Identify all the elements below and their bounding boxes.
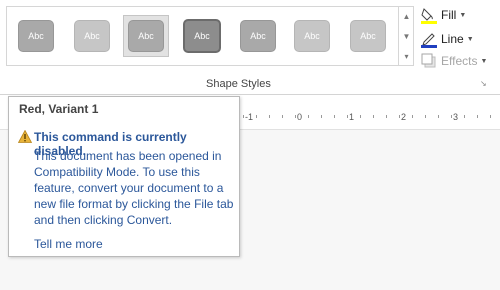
dialog-launcher-icon[interactable]: ↘ — [480, 80, 488, 88]
chevron-down-icon: ▼ — [466, 35, 474, 43]
ruler-tick — [334, 115, 335, 118]
paint-bucket-icon — [420, 6, 438, 24]
ruler-tick — [308, 115, 309, 118]
ruler-tick — [282, 115, 283, 118]
ribbon: Abc Abc Abc Abc Abc Abc Abc ▲ ▼ ▾ Fill ▼… — [0, 0, 500, 95]
pen-icon — [420, 30, 438, 48]
shape-style-thumb[interactable]: Abc — [13, 15, 59, 57]
tell-me-more-link[interactable]: Tell me more — [34, 237, 103, 251]
tooltip-body-line: Compatibility Mode. To use this — [34, 165, 200, 179]
shape-style-thumb[interactable]: Abc — [69, 15, 115, 57]
ruler-tick — [477, 115, 478, 118]
shape-style-swatch: Abc — [294, 20, 330, 52]
shape-style-swatch: Abc — [18, 20, 54, 52]
chevron-down-icon: ▼ — [480, 57, 488, 65]
shape-style-thumb[interactable]: Abc — [179, 15, 225, 57]
scroll-up-icon[interactable]: ▲ — [399, 6, 414, 26]
ruler-number: 2 — [401, 112, 407, 122]
ruler-tick — [347, 115, 348, 118]
shape-styles-gallery: Abc Abc Abc Abc Abc Abc Abc — [6, 6, 414, 66]
shape-style-thumb-hovered[interactable]: Abc — [123, 15, 169, 57]
ruler-number: 0 — [297, 112, 303, 122]
ruler-tick — [269, 115, 270, 118]
shape-style-thumb[interactable]: Abc — [345, 15, 391, 57]
shape-style-swatch: Abc — [74, 20, 110, 52]
scroll-down-icon[interactable]: ▼ — [399, 26, 414, 46]
tooltip-title: Red, Variant 1 — [19, 102, 99, 116]
shape-fill-button[interactable]: Fill ▼ — [420, 5, 466, 25]
shape-effects-button[interactable]: Effects ▼ — [420, 51, 487, 71]
tooltip-body: This document has been opened in Compati… — [34, 148, 239, 228]
ruler-tick — [373, 115, 374, 118]
tooltip-body-line: and then clicking Convert. — [34, 213, 173, 227]
ruler-tick — [438, 115, 439, 118]
gallery-more-icon[interactable]: ▾ — [399, 46, 414, 66]
gallery-scroller: ▲ ▼ ▾ — [398, 6, 414, 66]
ruler-number: -1 — [245, 112, 254, 122]
ruler-tick — [295, 115, 296, 118]
ruler-tick — [399, 115, 400, 118]
ruler-tick — [451, 115, 452, 118]
shape-style-swatch: Abc — [183, 19, 221, 53]
ruler-tick — [412, 115, 413, 118]
shape-outline-button[interactable]: Line ▼ — [420, 29, 474, 49]
shape-style-thumb[interactable]: Abc — [289, 15, 335, 57]
ruler-number: 1 — [349, 112, 355, 122]
ruler-tick — [321, 115, 322, 118]
line-label: Line — [441, 32, 464, 46]
ruler-tick — [386, 115, 387, 118]
tooltip-body-line: This document has been opened in — [34, 149, 222, 163]
group-label: Shape Styles — [206, 78, 271, 90]
shape-style-swatch: Abc — [350, 20, 386, 52]
ruler-tick — [243, 115, 244, 118]
shape-style-thumb[interactable]: Abc — [235, 15, 281, 57]
ruler-tick — [425, 115, 426, 118]
shape-style-swatch: Abc — [128, 20, 164, 52]
effects-icon — [420, 52, 438, 70]
ruler-tick — [490, 115, 491, 118]
ruler-tick — [464, 115, 465, 118]
tooltip-body-line: new file format by clicking the File tab — [34, 197, 234, 211]
chevron-down-icon: ▼ — [459, 11, 467, 19]
ruler-tick — [360, 115, 361, 118]
tooltip-body-line: feature, convert your document to a — [34, 181, 224, 195]
warning-icon — [17, 129, 33, 143]
ruler-number: 3 — [453, 112, 459, 122]
disabled-command-tooltip: Red, Variant 1 This command is currently… — [8, 96, 240, 257]
ruler-tick — [256, 115, 257, 118]
effects-label: Effects — [441, 54, 478, 68]
shape-style-swatch: Abc — [240, 20, 276, 52]
fill-label: Fill — [441, 8, 457, 22]
